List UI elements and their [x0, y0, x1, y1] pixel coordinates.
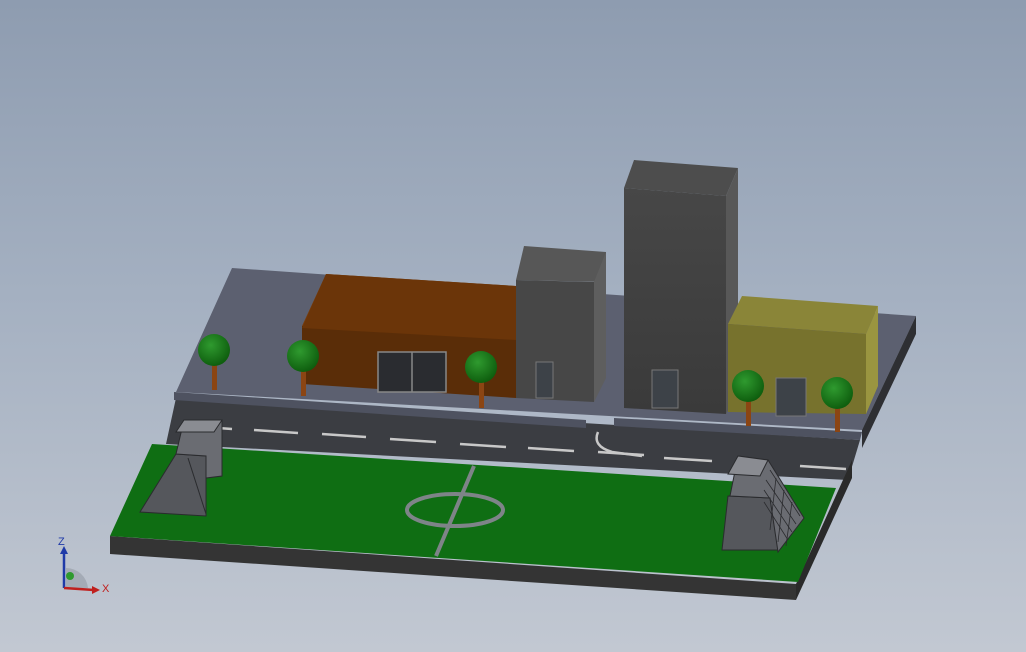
triad-x-axis: [63, 586, 95, 592]
triad-y-axis-dot: [66, 572, 74, 580]
tower-building[interactable]: [624, 160, 738, 414]
triad-x-label: X: [102, 583, 110, 595]
olive-building-door: [775, 377, 807, 417]
gray-building[interactable]: [516, 246, 606, 402]
orientation-triad[interactable]: Z X: [52, 530, 122, 600]
triad-z-label: Z: [58, 536, 65, 548]
graphics-viewport[interactable]: Z X: [0, 0, 1026, 652]
city-model-scene[interactable]: [0, 0, 1026, 652]
gray-building-door: [535, 361, 554, 399]
tower-door: [651, 369, 679, 409]
triad-x-arrow-icon: [92, 586, 100, 594]
